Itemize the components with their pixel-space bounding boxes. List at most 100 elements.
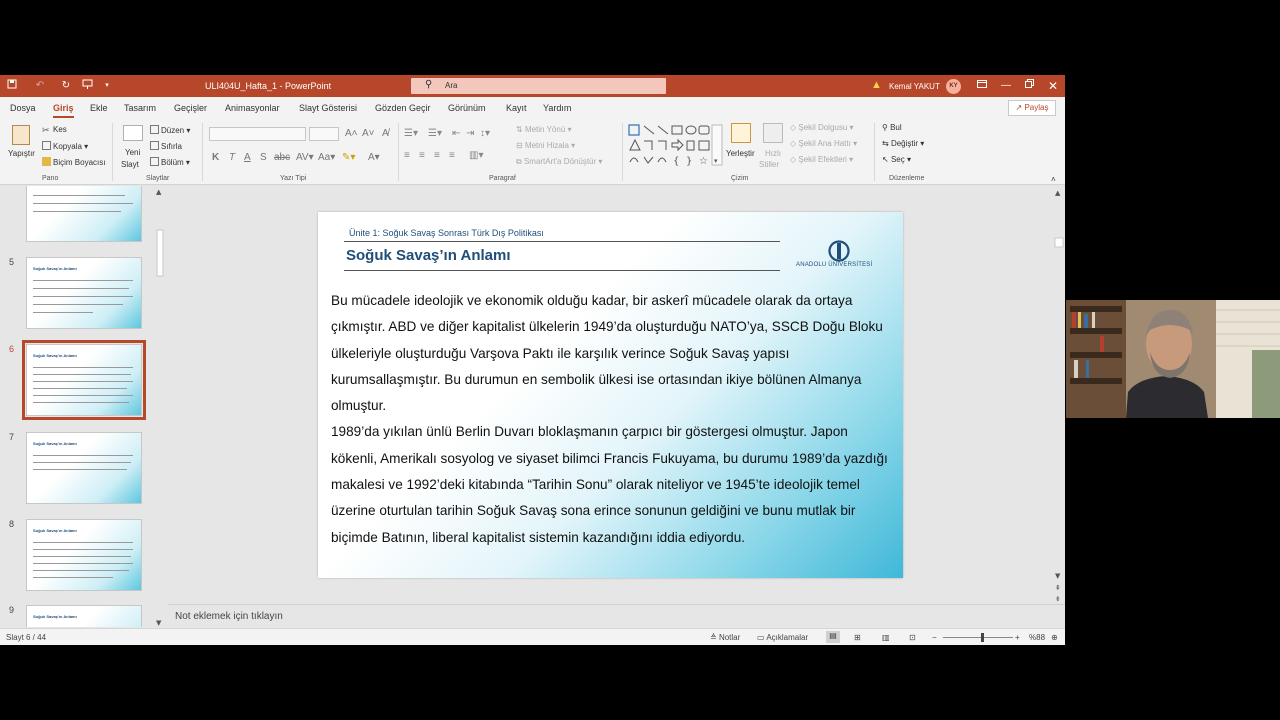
- normal-view-icon[interactable]: ▤: [826, 631, 840, 643]
- layout-button[interactable]: Düzen ▾: [150, 125, 190, 135]
- smartart-button[interactable]: ⧉ SmartArt'a Dönüştür ▾: [516, 157, 602, 167]
- shape-fill-button[interactable]: ◇ Şekil Dolgusu ▾: [790, 123, 854, 132]
- tab-animasyonlar[interactable]: Animasyonlar: [225, 103, 280, 113]
- slide-thumbnail-selected[interactable]: Soğuk Savaş'ın Anlamı: [22, 340, 146, 420]
- save-icon[interactable]: [5, 79, 19, 93]
- numbering-icon[interactable]: ☰▾: [428, 128, 442, 139]
- line-spacing-icon[interactable]: ↕▾: [480, 128, 490, 139]
- arrange-label[interactable]: Yerleştir: [726, 149, 755, 158]
- columns-icon[interactable]: ▥▾: [469, 150, 483, 161]
- replace-button[interactable]: ⇆ Değiştir ▾: [882, 139, 924, 148]
- thumbnail-scrollbar[interactable]: ▲ ▼: [155, 186, 165, 627]
- zoom-level[interactable]: %88: [1029, 633, 1045, 642]
- font-size-select[interactable]: [309, 127, 339, 141]
- slide-scrollbar[interactable]: ▲ ▼ ⇞ ⇟: [1052, 186, 1065, 604]
- minimize-button[interactable]: —: [998, 78, 1014, 94]
- change-case-icon[interactable]: Aa▾: [318, 152, 335, 163]
- grow-font-icon[interactable]: A˄: [345, 128, 358, 139]
- ribbon-display-icon[interactable]: [974, 78, 990, 94]
- bullets-icon[interactable]: ☰▾: [404, 128, 418, 139]
- tab-ekle[interactable]: Ekle: [90, 103, 108, 113]
- slide-thumbnail[interactable]: Soğuk Savaş'ın Anlamı: [26, 519, 142, 591]
- shapes-gallery[interactable]: { } ☆ ▾: [628, 124, 724, 168]
- format-painter-button[interactable]: Biçim Boyacısı: [42, 157, 105, 167]
- zoom-slider-track[interactable]: [943, 637, 1013, 638]
- tab-giris[interactable]: Giriş: [53, 103, 74, 118]
- notes-button[interactable]: ≜ Notlar: [710, 633, 740, 642]
- decrease-indent-icon[interactable]: ⇤: [452, 128, 460, 139]
- align-text-button[interactable]: ⊟ Metni Hizala ▾: [516, 141, 575, 150]
- cut-button[interactable]: ✂ Kes: [42, 125, 67, 135]
- arrange-icon[interactable]: [731, 123, 751, 143]
- align-center-icon[interactable]: ≡: [419, 150, 425, 161]
- tab-gozden-gecir[interactable]: Gözden Geçir: [375, 103, 431, 113]
- section-button[interactable]: Bölüm ▾: [150, 157, 190, 167]
- tab-yardim[interactable]: Yardım: [543, 103, 571, 113]
- font-family-select[interactable]: [209, 127, 306, 141]
- present-icon[interactable]: [80, 79, 94, 93]
- quick-styles-icon[interactable]: [763, 123, 783, 143]
- text-direction-button[interactable]: ⇅ Metin Yönü ▾: [516, 125, 572, 134]
- italic-icon[interactable]: T: [229, 152, 235, 163]
- customize-qat-icon[interactable]: ▾: [100, 79, 114, 93]
- strikethrough-icon[interactable]: abc: [274, 152, 290, 163]
- shrink-font-icon[interactable]: A˅: [362, 128, 375, 139]
- shadow-icon[interactable]: S: [260, 152, 267, 163]
- zoom-in-button[interactable]: +: [1015, 633, 1020, 642]
- tab-gorunum[interactable]: Görünüm: [448, 103, 486, 113]
- avatar[interactable]: KY: [946, 79, 961, 94]
- search-input[interactable]: ⚲ Ara: [411, 78, 666, 94]
- comments-button[interactable]: ▭ Açıklamalar: [757, 633, 808, 642]
- notes-placeholder[interactable]: Not eklemek için tıklayın: [175, 611, 283, 622]
- slideshow-icon[interactable]: ⊡: [909, 633, 916, 642]
- tab-dosya[interactable]: Dosya: [10, 103, 36, 113]
- align-left-icon[interactable]: ≡: [404, 150, 410, 161]
- maximize-button[interactable]: [1021, 78, 1037, 94]
- highlight-icon[interactable]: ✎▾: [342, 152, 355, 163]
- slide-thumbnail[interactable]: Soğuk Savaş'ın Anlamı: [26, 605, 142, 627]
- fit-to-window-icon[interactable]: ⊕: [1051, 633, 1058, 642]
- slide-thumbnail[interactable]: [26, 186, 142, 242]
- tab-gecisler[interactable]: Geçişler: [174, 103, 207, 113]
- slide-thumbnail[interactable]: Soğuk Savaş'ın Anlamı: [26, 257, 142, 329]
- tab-slayt-gosterisi[interactable]: Slayt Gösterisi: [299, 103, 357, 113]
- new-slide-label-1[interactable]: Yeni: [125, 148, 140, 157]
- underline-icon[interactable]: A: [244, 152, 251, 163]
- undo-icon[interactable]: ↶: [33, 79, 47, 93]
- spacing-icon[interactable]: AV▾: [296, 152, 314, 163]
- quick-styles-label-2[interactable]: Stiller: [759, 160, 779, 169]
- slide-canvas[interactable]: Ünite 1: Soğuk Savaş Sonrası Türk Dış Po…: [318, 212, 903, 578]
- paste-icon[interactable]: [12, 125, 30, 145]
- share-button[interactable]: ↗ Paylaş: [1008, 100, 1056, 116]
- select-button[interactable]: ↖ Seç ▾: [882, 155, 911, 164]
- paste-button-label[interactable]: Yapıştır: [8, 149, 35, 158]
- reset-button[interactable]: Sıfırla: [150, 141, 182, 151]
- find-button[interactable]: ⚲ Bul: [882, 123, 902, 132]
- font-color-icon[interactable]: A▾: [368, 152, 380, 163]
- quick-styles-label-1[interactable]: Hızlı: [765, 149, 781, 158]
- shape-outline-button[interactable]: ◇ Şekil Ana Hattı ▾: [790, 139, 857, 148]
- new-slide-label-2[interactable]: Slayt: [121, 160, 139, 169]
- close-button[interactable]: ✕: [1045, 78, 1061, 94]
- zoom-out-button[interactable]: −: [932, 633, 937, 642]
- reading-view-icon[interactable]: ▥: [882, 633, 890, 642]
- copy-button[interactable]: Kopyala ▾: [42, 141, 88, 151]
- zoom-slider-thumb[interactable]: [981, 633, 984, 642]
- increase-indent-icon[interactable]: ⇥: [466, 128, 474, 139]
- slide-sorter-icon[interactable]: ⊞: [854, 633, 861, 642]
- new-slide-icon[interactable]: [123, 125, 143, 141]
- warning-icon[interactable]: ▲: [871, 79, 882, 91]
- thumb-text-line: [33, 570, 129, 571]
- redo-icon[interactable]: ↻: [59, 79, 73, 93]
- tab-tasarim[interactable]: Tasarım: [124, 103, 156, 113]
- collapse-ribbon-icon[interactable]: ˄: [1051, 175, 1056, 184]
- bold-icon[interactable]: K: [212, 152, 219, 163]
- clear-format-icon[interactable]: A̸: [382, 128, 389, 139]
- justify-icon[interactable]: ≡: [449, 150, 455, 161]
- user-name[interactable]: Kemal YAKUT: [889, 82, 940, 91]
- notes-pane[interactable]: Not eklemek için tıklayın: [168, 604, 1065, 628]
- shape-effects-button[interactable]: ◇ Şekil Efektleri ▾: [790, 155, 853, 164]
- align-right-icon[interactable]: ≡: [434, 150, 440, 161]
- slide-thumbnail[interactable]: Soğuk Savaş'ın Anlamı: [26, 432, 142, 504]
- tab-kayit[interactable]: Kayıt: [506, 103, 527, 113]
